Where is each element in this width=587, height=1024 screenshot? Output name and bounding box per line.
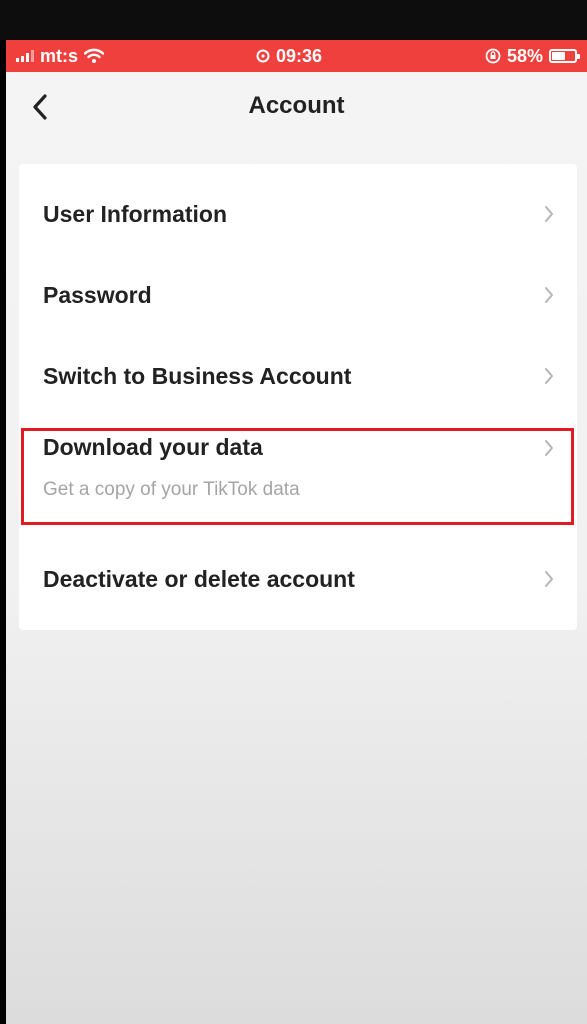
battery-percent: 58% — [506, 45, 543, 66]
status-time: 09:36 — [276, 45, 323, 66]
battery-level — [552, 52, 565, 60]
menu-item-deactivate-delete[interactable]: Deactivate or delete account — [19, 539, 577, 620]
signal-icon — [16, 50, 34, 62]
menu-item-label: Switch to Business Account — [43, 363, 352, 389]
device-frame: mt:s 09:36 58% Account User Information … — [0, 0, 587, 1024]
menu-item-label: User Information — [43, 201, 228, 227]
chevron-right-icon — [545, 368, 553, 384]
wifi-icon — [84, 48, 105, 63]
menu-item-label: Deactivate or delete account — [43, 566, 355, 592]
menu-item-download-data[interactable]: Download your data Get a copy of your Ti… — [19, 417, 577, 527]
status-bar: mt:s 09:36 58% — [6, 40, 587, 72]
phone-screen: mt:s 09:36 58% Account User Information … — [6, 40, 587, 1024]
battery-icon — [549, 49, 580, 63]
menu-item-label: Download your data — [43, 434, 263, 460]
chevron-right-icon — [545, 571, 553, 587]
carrier-name: mt:s — [40, 45, 79, 66]
status-right: 58% — [485, 45, 580, 67]
chevron-right-icon — [545, 287, 553, 303]
alarm-icon — [256, 49, 270, 63]
menu-item-user-information[interactable]: User Information — [19, 174, 577, 255]
page-title: Account — [248, 92, 345, 119]
status-left: mt:s — [16, 45, 105, 67]
orientation-lock-icon — [485, 48, 501, 64]
video-top-bar — [0, 0, 587, 40]
menu-item-switch-to-business[interactable]: Switch to Business Account — [19, 336, 577, 417]
chevron-right-icon — [545, 206, 553, 222]
navigation-bar: Account — [6, 72, 587, 142]
menu-item-subtitle: Get a copy of your TikTok data — [43, 479, 300, 500]
chevron-right-icon — [545, 440, 553, 456]
menu-item-password[interactable]: Password — [19, 255, 577, 336]
status-center: 09:36 — [256, 45, 322, 67]
menu-item-label: Password — [43, 282, 152, 308]
account-menu-card: User Information Password Switch to Busi… — [19, 164, 577, 630]
